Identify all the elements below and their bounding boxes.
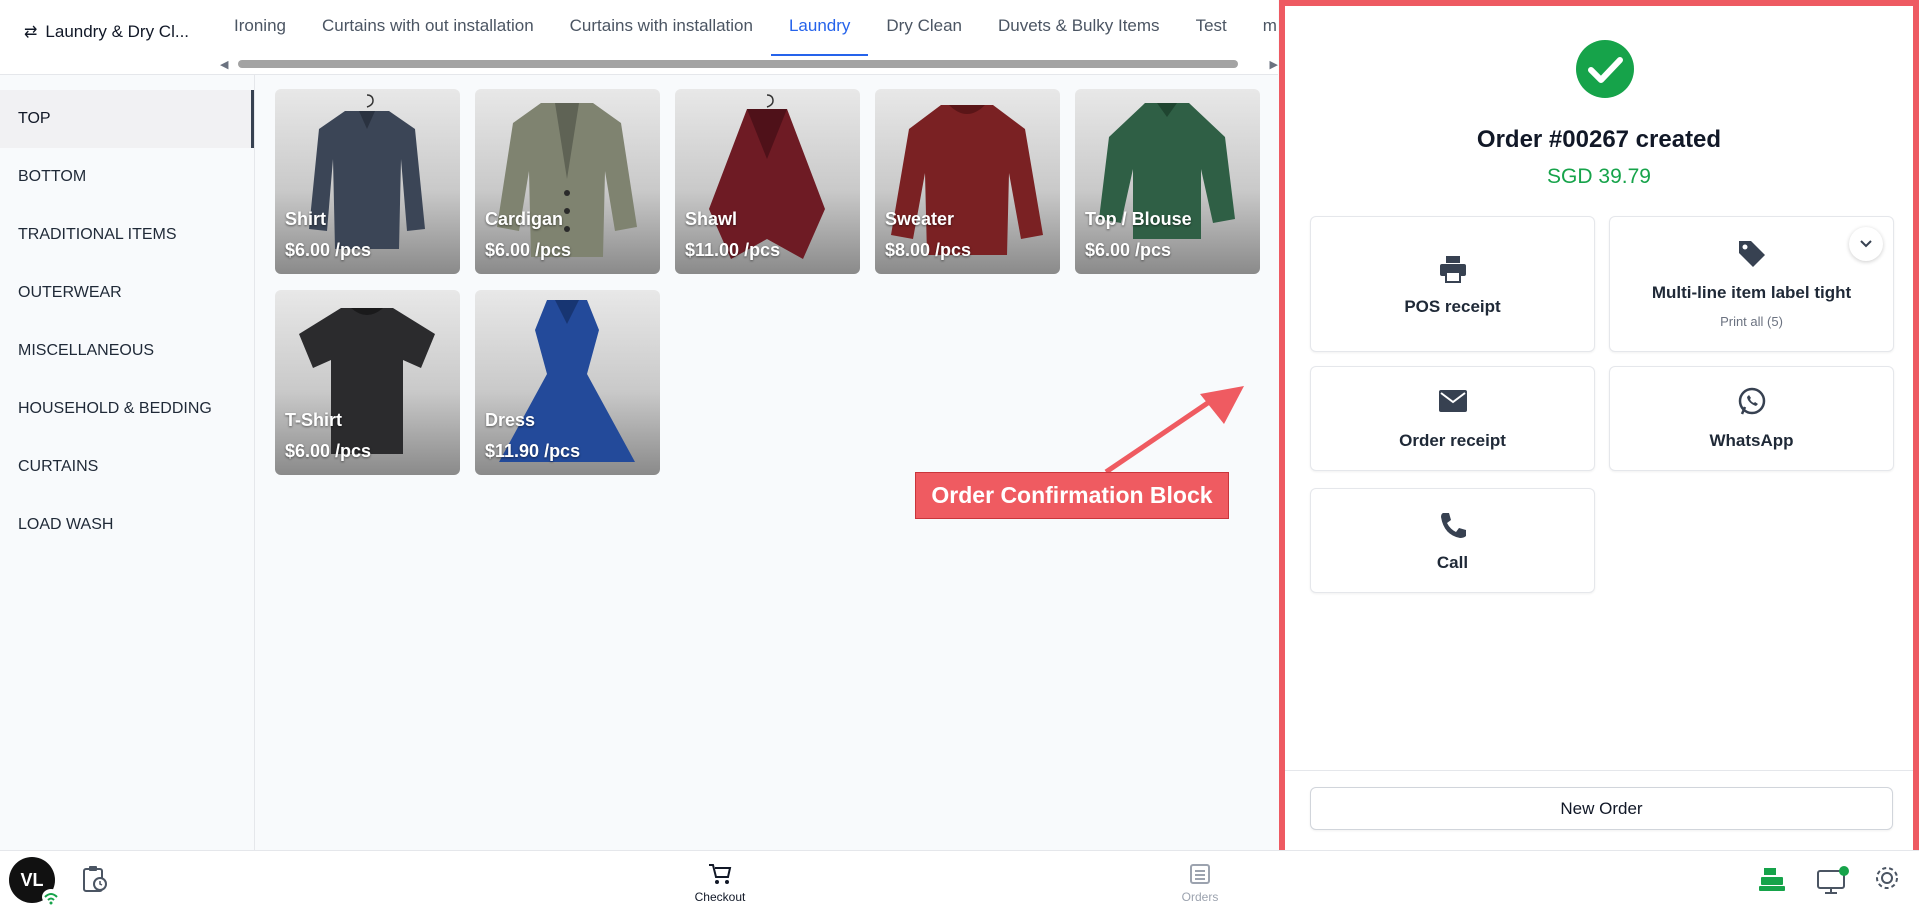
new-order-button[interactable]: New Order xyxy=(1310,787,1893,830)
panel-divider xyxy=(1285,770,1913,771)
whatsapp-button[interactable]: WhatsApp xyxy=(1609,366,1894,471)
tab-curtains-with-installation[interactable]: Curtains with installation xyxy=(552,0,771,56)
product-name: Shirt xyxy=(285,209,327,229)
call-label: Call xyxy=(1436,553,1469,572)
product-card-shirt[interactable]: Shirt $6.00 /pcs xyxy=(275,89,460,274)
category-load-wash[interactable]: LOAD WASH xyxy=(0,496,254,554)
product-name: Dress xyxy=(485,410,536,430)
call-button[interactable]: Call xyxy=(1310,488,1595,593)
store-switcher[interactable]: ⇄ Laundry & Dry Cl... xyxy=(24,22,189,42)
whatsapp-icon xyxy=(1610,387,1893,422)
orders-list-icon xyxy=(1190,864,1210,884)
product-price: $6.00 /pcs xyxy=(485,240,572,260)
cash-register-icon[interactable] xyxy=(1758,865,1786,898)
category-top[interactable]: TOP xyxy=(0,90,254,148)
product-card-dress[interactable]: Dress $11.90 /pcs xyxy=(475,290,660,475)
category-outerwear[interactable]: OUTERWEAR xyxy=(0,264,254,322)
item-label-subtitle: Print all (5) xyxy=(1720,314,1783,329)
product-price: $6.00 /pcs xyxy=(285,240,372,260)
category-household-bedding[interactable]: HOUSEHOLD & BEDDING xyxy=(0,380,254,438)
service-tabs: Ironing Curtains with out installation Cur… xyxy=(216,0,1278,56)
tab-more[interactable]: m xyxy=(1245,0,1278,56)
orders-label: Orders xyxy=(1181,890,1219,904)
item-label-title: Multi-line item label tight xyxy=(1651,283,1852,302)
category-traditional-items[interactable]: TRADITIONAL ITEMS xyxy=(0,206,254,264)
checkout-nav[interactable]: Checkout xyxy=(690,863,750,904)
product-name: Top / Blouse xyxy=(1085,209,1192,229)
tag-icon xyxy=(1610,239,1893,274)
annotation-label: Order Confirmation Block xyxy=(915,472,1229,519)
bottom-bar: VL Checkout Orders xyxy=(0,850,1919,909)
scroll-right-icon[interactable]: ▶ xyxy=(1270,58,1278,71)
item-label-button[interactable]: Multi-line item label tight Print all (5… xyxy=(1609,216,1894,352)
swap-icon: ⇄ xyxy=(24,24,38,41)
tab-dry-clean[interactable]: Dry Clean xyxy=(868,0,980,56)
orders-nav[interactable]: Orders xyxy=(1175,863,1225,904)
annotation-arrow-icon xyxy=(1104,386,1244,475)
pos-receipt-label: POS receipt xyxy=(1404,297,1501,316)
tab-duvets-bulky-items[interactable]: Duvets & Bulky Items xyxy=(980,0,1178,56)
phone-icon xyxy=(1311,511,1594,544)
whatsapp-label: WhatsApp xyxy=(1709,431,1794,450)
product-name: Sweater xyxy=(885,209,955,229)
product-price: $8.00 /pcs xyxy=(885,240,972,260)
product-name: Cardigan xyxy=(485,209,564,229)
category-sidebar: TOP BOTTOM TRADITIONAL ITEMS OUTERWEAR M… xyxy=(0,75,255,850)
wifi-icon xyxy=(42,889,60,905)
store-name: Laundry & Dry Cl... xyxy=(45,22,190,41)
category-miscellaneous[interactable]: MISCELLANEOUS xyxy=(0,322,254,380)
gear-icon[interactable] xyxy=(1874,865,1900,896)
tab-laundry[interactable]: Laundry xyxy=(770,0,869,56)
product-price: $11.90 /pcs xyxy=(485,441,581,461)
scrollbar-thumb[interactable] xyxy=(238,60,1238,68)
product-name: T-Shirt xyxy=(285,410,342,430)
product-price: $11.00 /pcs xyxy=(685,240,781,260)
product-card-sweater[interactable]: Sweater $8.00 /pcs xyxy=(875,89,1060,274)
category-bottom[interactable]: BOTTOM xyxy=(0,148,254,206)
order-receipt-label: Order receipt xyxy=(1399,431,1506,450)
tabs-scrollbar[interactable]: ◀ ▶ xyxy=(220,58,1278,71)
order-receipt-button[interactable]: Order receipt xyxy=(1310,366,1595,471)
tab-test[interactable]: Test xyxy=(1178,0,1245,56)
product-card-shawl[interactable]: Shawl $11.00 /pcs xyxy=(675,89,860,274)
success-check-icon xyxy=(1576,40,1634,98)
envelope-icon xyxy=(1311,389,1594,418)
monitor-icon[interactable] xyxy=(1816,865,1850,900)
order-confirmation-panel: Order #00267 created SGD 39.79 POS recei… xyxy=(1279,0,1919,858)
order-amount: SGD 39.79 xyxy=(1547,165,1651,188)
pos-receipt-button[interactable]: POS receipt xyxy=(1310,216,1595,352)
product-card-t-shirt[interactable]: T-Shirt $6.00 /pcs xyxy=(275,290,460,475)
product-price: $6.00 /pcs xyxy=(1085,240,1172,260)
tab-curtains-without-installation[interactable]: Curtains with out installation xyxy=(304,0,552,56)
clipboard-clock-icon[interactable] xyxy=(82,865,108,898)
checkout-label: Checkout xyxy=(694,890,746,904)
product-card-cardigan[interactable]: Cardigan $6.00 /pcs xyxy=(475,89,660,274)
order-title: Order #00267 created xyxy=(1476,126,1722,153)
printer-icon xyxy=(1311,255,1594,288)
top-header: ⇄ Laundry & Dry Cl... Ironing Curtains wi… xyxy=(0,0,1278,75)
product-name: Shawl xyxy=(685,209,738,229)
product-card-top-blouse[interactable]: Top / Blouse $6.00 /pcs xyxy=(1075,89,1260,274)
cart-icon xyxy=(709,864,732,884)
tab-ironing[interactable]: Ironing xyxy=(216,0,304,56)
category-curtains[interactable]: CURTAINS xyxy=(0,438,254,496)
scroll-left-icon[interactable]: ◀ xyxy=(220,58,228,71)
product-price: $6.00 /pcs xyxy=(285,441,372,461)
